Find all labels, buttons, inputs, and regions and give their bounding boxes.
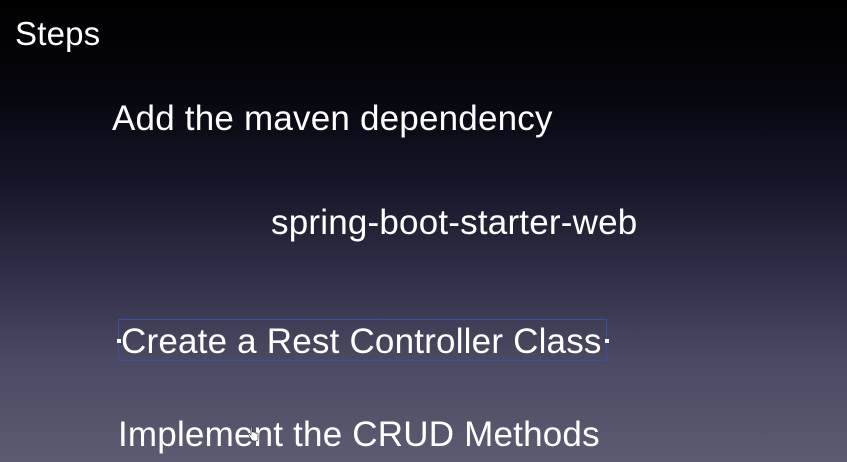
- step-dependency-name: spring-boot-starter-web: [271, 203, 638, 242]
- slide-title: Steps: [15, 15, 101, 52]
- presentation-slide: Steps Add the maven dependency spring-bo…: [0, 0, 847, 462]
- hand-pointer-icon: [247, 426, 259, 442]
- step-create-rest-controller[interactable]: Create a Rest Controller Class: [121, 324, 602, 359]
- selection-handle-right[interactable]: [605, 339, 609, 343]
- step-add-maven-dependency: Add the maven dependency: [112, 99, 553, 138]
- step-implement-crud-methods: Implement the CRUD Methods: [118, 415, 600, 454]
